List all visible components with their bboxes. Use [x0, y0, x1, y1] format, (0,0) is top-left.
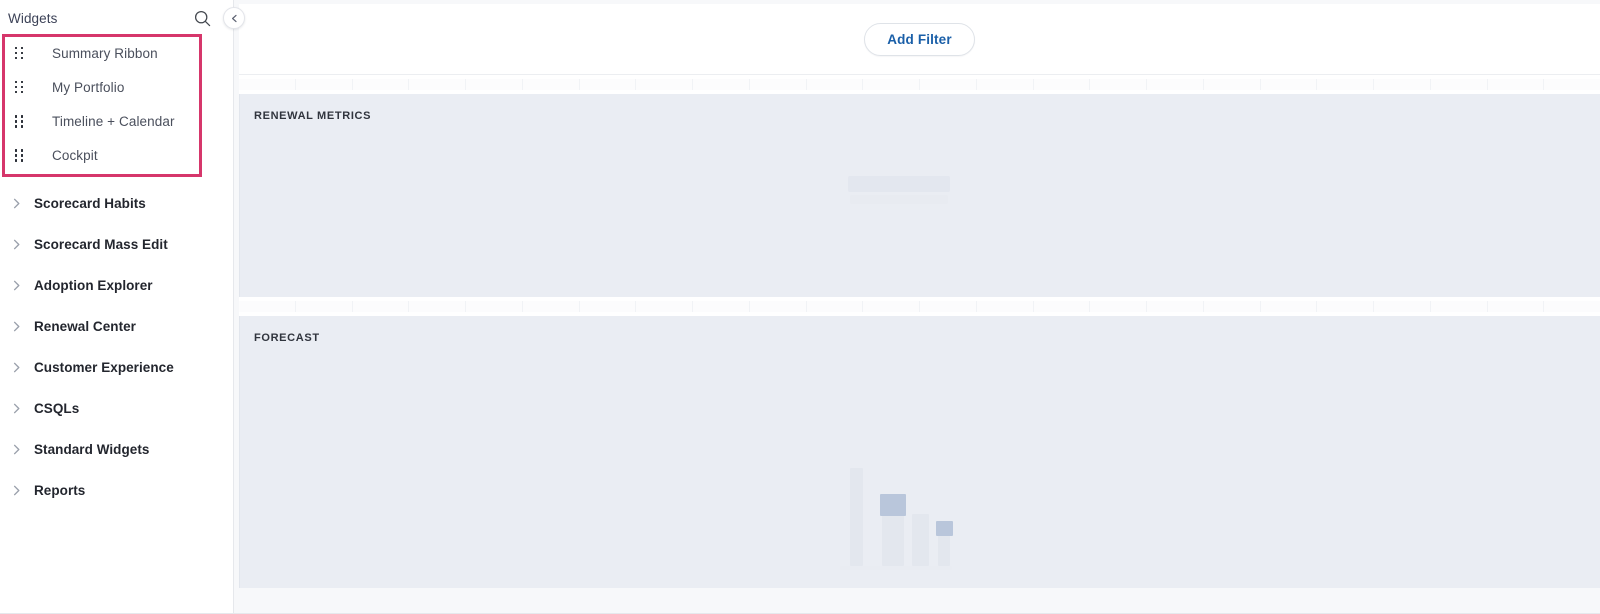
sidebar-group-label: Standard Widgets [34, 441, 150, 457]
drag-handle-icon[interactable] [11, 79, 27, 95]
widget-row-summary-ribbon[interactable]: Summary Ribbon [0, 36, 233, 70]
chevron-right-icon [10, 280, 24, 291]
chevron-right-icon [10, 239, 24, 250]
sidebar-group-standard-widgets[interactable]: Standard Widgets [0, 429, 233, 470]
chevron-right-icon [10, 198, 24, 209]
widget-dashboard-editor: Widgets Summary Ribbon My Portfolio Time… [0, 0, 1600, 614]
sidebar-group-csqls[interactable]: CSQLs [0, 388, 233, 429]
widget-label: Cockpit [52, 148, 98, 164]
sidebar-group-label: Scorecard Mass Edit [34, 236, 168, 252]
widget-group-list: Scorecard Habits Scorecard Mass Edit Ado… [0, 183, 233, 511]
widget-row-my-portfolio[interactable]: My Portfolio [0, 70, 233, 104]
widget-label: Timeline + Calendar [52, 113, 175, 129]
grid-columns [239, 301, 1600, 312]
search-icon[interactable] [191, 7, 213, 29]
drag-handle-icon[interactable] [11, 113, 27, 129]
grid-gutter-top [239, 75, 1600, 94]
sidebar-group-adoption-explorer[interactable]: Adoption Explorer [0, 265, 233, 306]
sidebar-collapse-button[interactable] [223, 7, 245, 29]
chevron-right-icon [10, 321, 24, 332]
loading-skeleton-text [848, 176, 950, 204]
sidebar-group-reports[interactable]: Reports [0, 470, 233, 511]
widget-label: My Portfolio [52, 79, 125, 95]
widgets-sidebar: Widgets Summary Ribbon My Portfolio Time… [0, 0, 245, 614]
chevron-right-icon [10, 444, 24, 455]
sidebar-group-customer-experience[interactable]: Customer Experience [0, 347, 233, 388]
skeleton-baseline [840, 566, 952, 570]
sidebar-group-scorecard-habits[interactable]: Scorecard Habits [0, 183, 233, 224]
panel-forecast[interactable]: FORECAST [239, 316, 1600, 588]
sidebar-group-label: Renewal Center [34, 318, 136, 334]
grid-columns [239, 79, 1600, 90]
skeleton-bar-1 [850, 468, 863, 566]
skeleton-highlight-2 [936, 521, 953, 536]
sidebar-group-label: Scorecard Habits [34, 195, 146, 211]
chevron-right-icon [10, 485, 24, 496]
skeleton-highlight-1 [880, 494, 906, 516]
skeleton-bar-3 [912, 514, 929, 566]
sidebar-group-label: Reports [34, 482, 86, 498]
dashboard-canvas: Add Filter RENEWAL METRICS FORECAST [234, 0, 1600, 614]
add-filter-button[interactable]: Add Filter [864, 22, 975, 56]
chevron-right-icon [10, 362, 24, 373]
sidebar-group-scorecard-mass-edit[interactable]: Scorecard Mass Edit [0, 224, 233, 265]
chevron-left-icon [231, 14, 237, 22]
widget-drag-list: Summary Ribbon My Portfolio Timeline + C… [0, 36, 233, 173]
sidebar-group-label: Adoption Explorer [34, 277, 153, 293]
widget-label: Summary Ribbon [52, 45, 158, 61]
sidebar-group-renewal-center[interactable]: Renewal Center [0, 306, 233, 347]
sidebar-group-label: CSQLs [34, 400, 80, 416]
filter-bar: Add Filter [239, 4, 1600, 75]
panel-title: RENEWAL METRICS [254, 110, 372, 122]
widget-row-timeline-calendar[interactable]: Timeline + Calendar [0, 104, 233, 138]
loading-skeleton-bar-chart [840, 464, 953, 576]
widget-row-cockpit[interactable]: Cockpit [0, 139, 233, 173]
sidebar-group-label: Customer Experience [34, 359, 174, 375]
grid-gutter-middle [239, 297, 1600, 316]
panel-renewal-metrics[interactable]: RENEWAL METRICS [239, 94, 1600, 297]
page-title: Widgets [8, 10, 58, 26]
chevron-right-icon [10, 403, 24, 414]
panel-title: FORECAST [254, 332, 320, 344]
drag-handle-icon[interactable] [11, 148, 27, 164]
sidebar-header: Widgets [0, 0, 245, 36]
drag-handle-icon[interactable] [11, 45, 27, 61]
